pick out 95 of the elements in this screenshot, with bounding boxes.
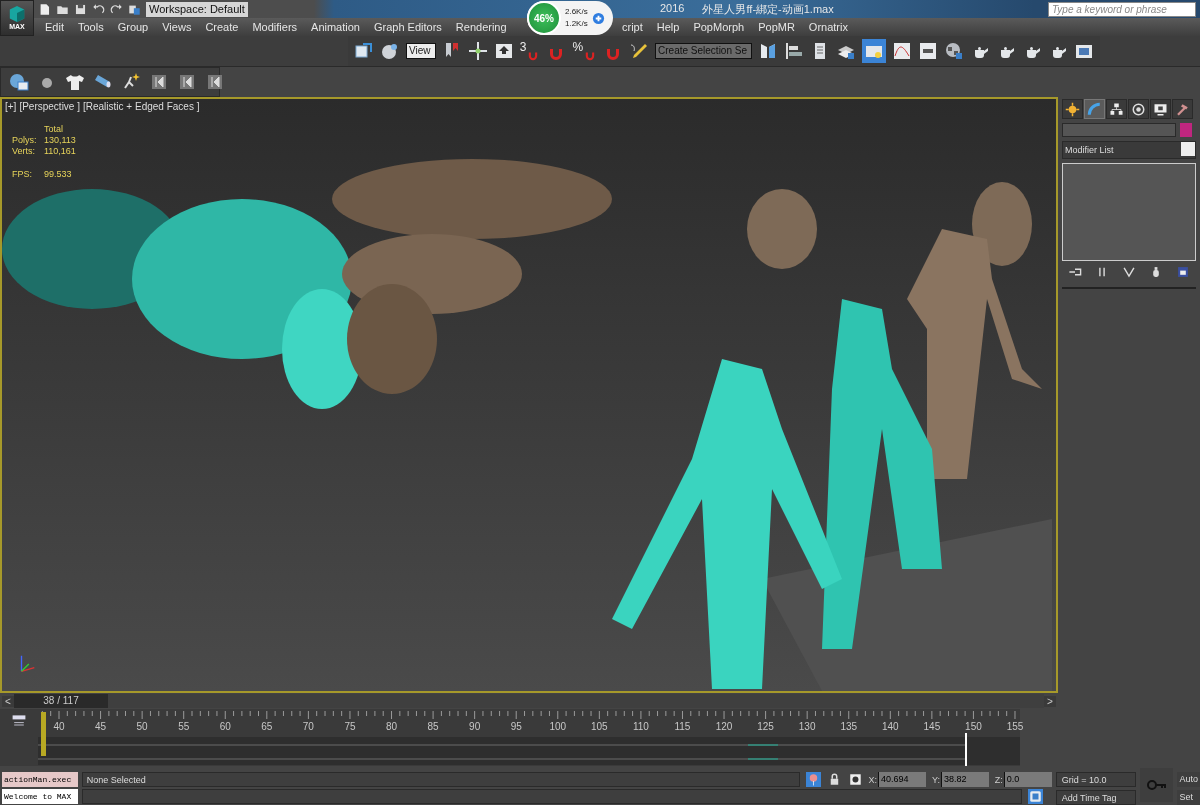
modifier-list-dropdown[interactable]: Modifier List: [1062, 141, 1196, 159]
new-file-icon[interactable]: [38, 2, 51, 16]
time-slider-thumb[interactable]: 38 / 117: [14, 694, 108, 708]
stats-value: 99.533: [44, 169, 73, 179]
menu-item[interactable]: cript: [615, 21, 650, 33]
menu-item[interactable]: Help: [649, 21, 687, 33]
selection-status: None Selected: [81, 772, 800, 787]
globe-icon[interactable]: [9, 72, 29, 92]
set-key-mode-button[interactable]: Set: [1177, 790, 1200, 805]
panel-tab[interactable]: [1172, 99, 1193, 119]
schematic-icon[interactable]: [918, 41, 938, 61]
snap-toggle[interactable]: 3: [519, 41, 541, 61]
shirt-icon[interactable]: [65, 72, 85, 92]
film-icon[interactable]: [205, 72, 225, 92]
target-icon[interactable]: [847, 772, 863, 787]
panel-tab[interactable]: [1062, 99, 1083, 119]
menu-item[interactable]: Tools: [70, 21, 111, 33]
object-name-field[interactable]: [1062, 123, 1176, 137]
pen-icon[interactable]: [629, 41, 650, 61]
redo-icon[interactable]: [110, 2, 123, 16]
percent-gauge: 46%: [527, 1, 561, 35]
upload-rate: 2.6K/s: [565, 6, 588, 18]
y-label: Y:: [931, 774, 940, 785]
menu-item[interactable]: Modifiers: [245, 21, 305, 33]
curve-editor-icon[interactable]: [892, 41, 912, 61]
menu-item[interactable]: Ornatrix: [801, 21, 855, 33]
reference-dropdown[interactable]: View: [406, 43, 436, 59]
add-time-tag-button[interactable]: Add Time Tag: [1055, 790, 1136, 805]
y-coordinate-field[interactable]: 38.82: [940, 772, 989, 787]
sun-icon: [1065, 101, 1080, 117]
viewport-label[interactable]: [+]: [5, 101, 17, 112]
material-icon[interactable]: [944, 41, 964, 61]
panel-tab[interactable]: [1106, 99, 1127, 119]
menu-item[interactable]: PopMR: [751, 21, 802, 33]
upload-icon[interactable]: [493, 41, 514, 61]
menu-item[interactable]: Animation: [304, 21, 367, 33]
x-coordinate-field[interactable]: 40.694: [878, 772, 926, 787]
menu-item[interactable]: Graph Editors: [366, 21, 449, 33]
disc-icon: [1131, 101, 1146, 117]
menu-item[interactable]: Create: [198, 21, 246, 33]
download-rate: 1.2K/s: [565, 18, 588, 30]
stats-label: Verts:: [12, 146, 36, 156]
time-tag-icon[interactable]: [1027, 789, 1043, 804]
grid-size: Grid = 10.0: [1055, 772, 1136, 787]
select-icon[interactable]: [354, 41, 374, 61]
stats-value: 110,161: [44, 146, 77, 156]
window-title: 2016: [660, 1, 685, 16]
color-swatch[interactable]: [1180, 123, 1192, 137]
next-frame-button[interactable]: >: [1044, 695, 1056, 707]
menu-item[interactable]: PopMorph: [686, 21, 752, 33]
time-slider-track[interactable]: 38 / 117: [14, 694, 1044, 708]
plus-icon[interactable]: [591, 11, 605, 25]
x-label: X:: [868, 774, 877, 785]
stats-header: Total: [44, 124, 64, 134]
cube-icon: [8, 5, 26, 23]
previous-frame-button[interactable]: <: [2, 695, 14, 707]
file-name: 外星人男ff-綁定-动画1.max: [702, 1, 834, 17]
menu-item[interactable]: Group: [110, 21, 156, 33]
curve-editor-icon[interactable]: [11, 713, 27, 729]
menu-item[interactable]: Views: [155, 21, 199, 33]
viewport-label[interactable]: [Realistic + Edged Faces ]: [83, 101, 200, 112]
script-output-field: Welcome to MAX: [2, 789, 78, 804]
film-icon[interactable]: [149, 72, 169, 92]
panel-tab[interactable]: [1128, 99, 1149, 119]
film-icon[interactable]: [177, 72, 197, 92]
save-icon[interactable]: [74, 2, 87, 16]
selection-set-dropdown[interactable]: Create Selection Se: [655, 43, 752, 59]
explorer-icon[interactable]: [862, 39, 886, 63]
undo-icon[interactable]: [92, 2, 105, 16]
percent-snap-toggle[interactable]: %: [572, 41, 598, 61]
pin-icon[interactable]: [805, 772, 821, 787]
z-label: Z:: [994, 774, 1003, 785]
arc-icon: [1087, 101, 1102, 117]
menu-item[interactable]: Rendering: [448, 21, 514, 33]
hammer-icon: [1175, 101, 1190, 117]
auto-key-button[interactable]: Auto: [1177, 772, 1200, 787]
z-coordinate-field[interactable]: 0.0: [1003, 772, 1052, 787]
configure-icon[interactable]: [1175, 265, 1190, 279]
move-icon[interactable]: [467, 41, 488, 61]
stats-label: FPS:: [12, 169, 33, 179]
modifier-stack[interactable]: [1062, 163, 1196, 261]
fork-icon[interactable]: [1122, 265, 1136, 279]
search-field[interactable]: Type a keyword or phrase: [1048, 1, 1196, 17]
mirror-icon[interactable]: [758, 41, 778, 61]
viewport-label[interactable]: [Perspective ]: [19, 101, 80, 112]
stats-label: Polys:: [12, 135, 38, 145]
workspace-dropdown[interactable]: Workspace: Default: [146, 1, 248, 17]
sphere-icon[interactable]: [380, 41, 400, 61]
stats-value: 130,113: [44, 135, 77, 145]
script-listener-field[interactable]: actionMan.exec: [2, 772, 78, 787]
align-icon[interactable]: [784, 41, 804, 61]
hierarchy-icon: [1109, 101, 1124, 117]
menu-item[interactable]: Edit: [38, 21, 71, 33]
panel-tab[interactable]: [1150, 99, 1171, 119]
monitor-icon: [1153, 101, 1168, 117]
